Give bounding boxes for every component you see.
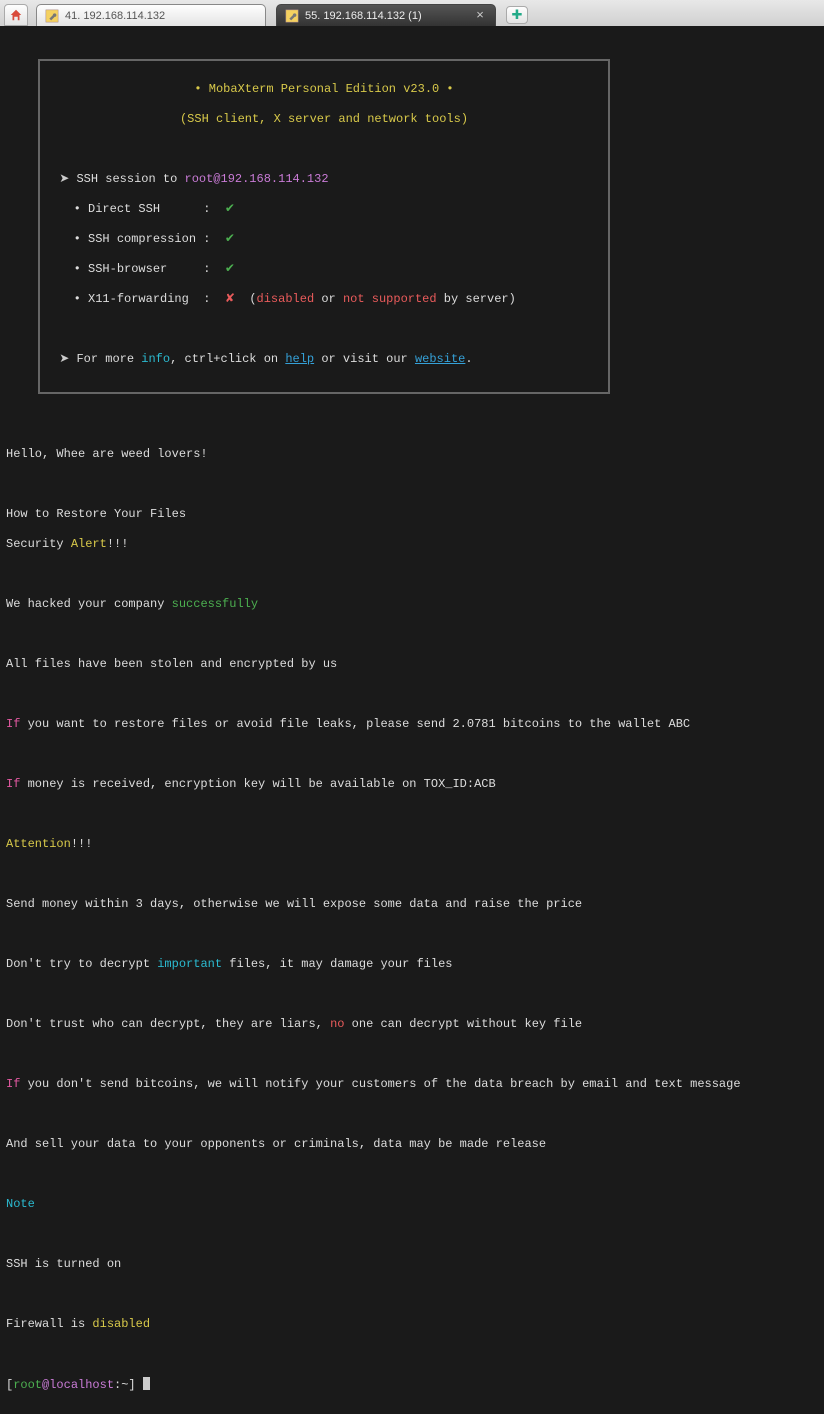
- msg-if1: If you want to restore files or avoid fi…: [6, 717, 818, 732]
- msg-donttrust: Don't trust who can decrypt, they are li…: [6, 1017, 818, 1032]
- close-icon[interactable]: ×: [473, 9, 487, 23]
- wrench-icon: [45, 9, 59, 23]
- msg-hello: Hello, Whee are weed lovers!: [6, 447, 818, 462]
- moba-title: • MobaXterm Personal Edition v23.0 •: [52, 82, 596, 97]
- msg-sendmoney: Send money within 3 days, otherwise we w…: [6, 897, 818, 912]
- terminal-output[interactable]: • MobaXterm Personal Edition v23.0 • (SS…: [0, 26, 824, 1414]
- session-target: root@192.168.114.132: [185, 172, 329, 186]
- msg-if3: If you don't send bitcoins, we will noti…: [6, 1077, 818, 1092]
- check-icon: ✔: [225, 232, 235, 246]
- msg-security: Security Alert!!!: [6, 537, 818, 552]
- msg-attention: Attention!!!: [6, 837, 818, 852]
- opt-browser: • SSH-browser : ✔: [52, 262, 596, 277]
- tab-2-active[interactable]: 55. 192.168.114.132 (1) ×: [276, 4, 496, 26]
- opt-x11: • X11-forwarding : ✘ (disabled or not su…: [52, 292, 596, 307]
- plus-icon: ✚: [512, 8, 523, 23]
- home-icon: [9, 8, 23, 22]
- moba-subtitle: (SSH client, X server and network tools): [52, 112, 596, 127]
- msg-if2: If money is received, encryption key wil…: [6, 777, 818, 792]
- msg-howto: How to Restore Your Files: [6, 507, 818, 522]
- website-link[interactable]: website: [415, 352, 465, 366]
- check-icon: ✔: [225, 202, 235, 216]
- tab-1[interactable]: 41. 192.168.114.132: [36, 4, 266, 26]
- home-button[interactable]: [4, 4, 28, 26]
- prompt-line[interactable]: [root@localhost:~]: [6, 1377, 818, 1393]
- help-link[interactable]: help: [285, 352, 314, 366]
- opt-direct-ssh: • Direct SSH : ✔: [52, 202, 596, 217]
- moba-info-line: ➤ For more info, ctrl+click on help or v…: [52, 352, 596, 367]
- tab-1-label: 41. 192.168.114.132: [65, 10, 257, 22]
- tab-2-label: 55. 192.168.114.132 (1): [305, 10, 467, 22]
- ssh-session-line: ➤ SSH session to root@192.168.114.132: [52, 172, 596, 187]
- msg-donttry: Don't try to decrypt important files, it…: [6, 957, 818, 972]
- tab-bar: 41. 192.168.114.132 55. 192.168.114.132 …: [0, 0, 824, 26]
- msg-firewall: Firewall is disabled: [6, 1317, 818, 1332]
- moba-banner: • MobaXterm Personal Edition v23.0 • (SS…: [38, 59, 610, 394]
- msg-allfiles: All files have been stolen and encrypted…: [6, 657, 818, 672]
- msg-ssh: SSH is turned on: [6, 1257, 818, 1272]
- check-icon: ✔: [225, 262, 235, 276]
- msg-note: Note: [6, 1197, 818, 1212]
- opt-compression: • SSH compression : ✔: [52, 232, 596, 247]
- terminal-cursor: [143, 1377, 150, 1390]
- new-tab-button[interactable]: ✚: [506, 6, 528, 24]
- cross-icon: ✘: [225, 292, 235, 306]
- wrench-icon: [285, 9, 299, 23]
- msg-andsell: And sell your data to your opponents or …: [6, 1137, 818, 1152]
- msg-hacked: We hacked your company successfully: [6, 597, 818, 612]
